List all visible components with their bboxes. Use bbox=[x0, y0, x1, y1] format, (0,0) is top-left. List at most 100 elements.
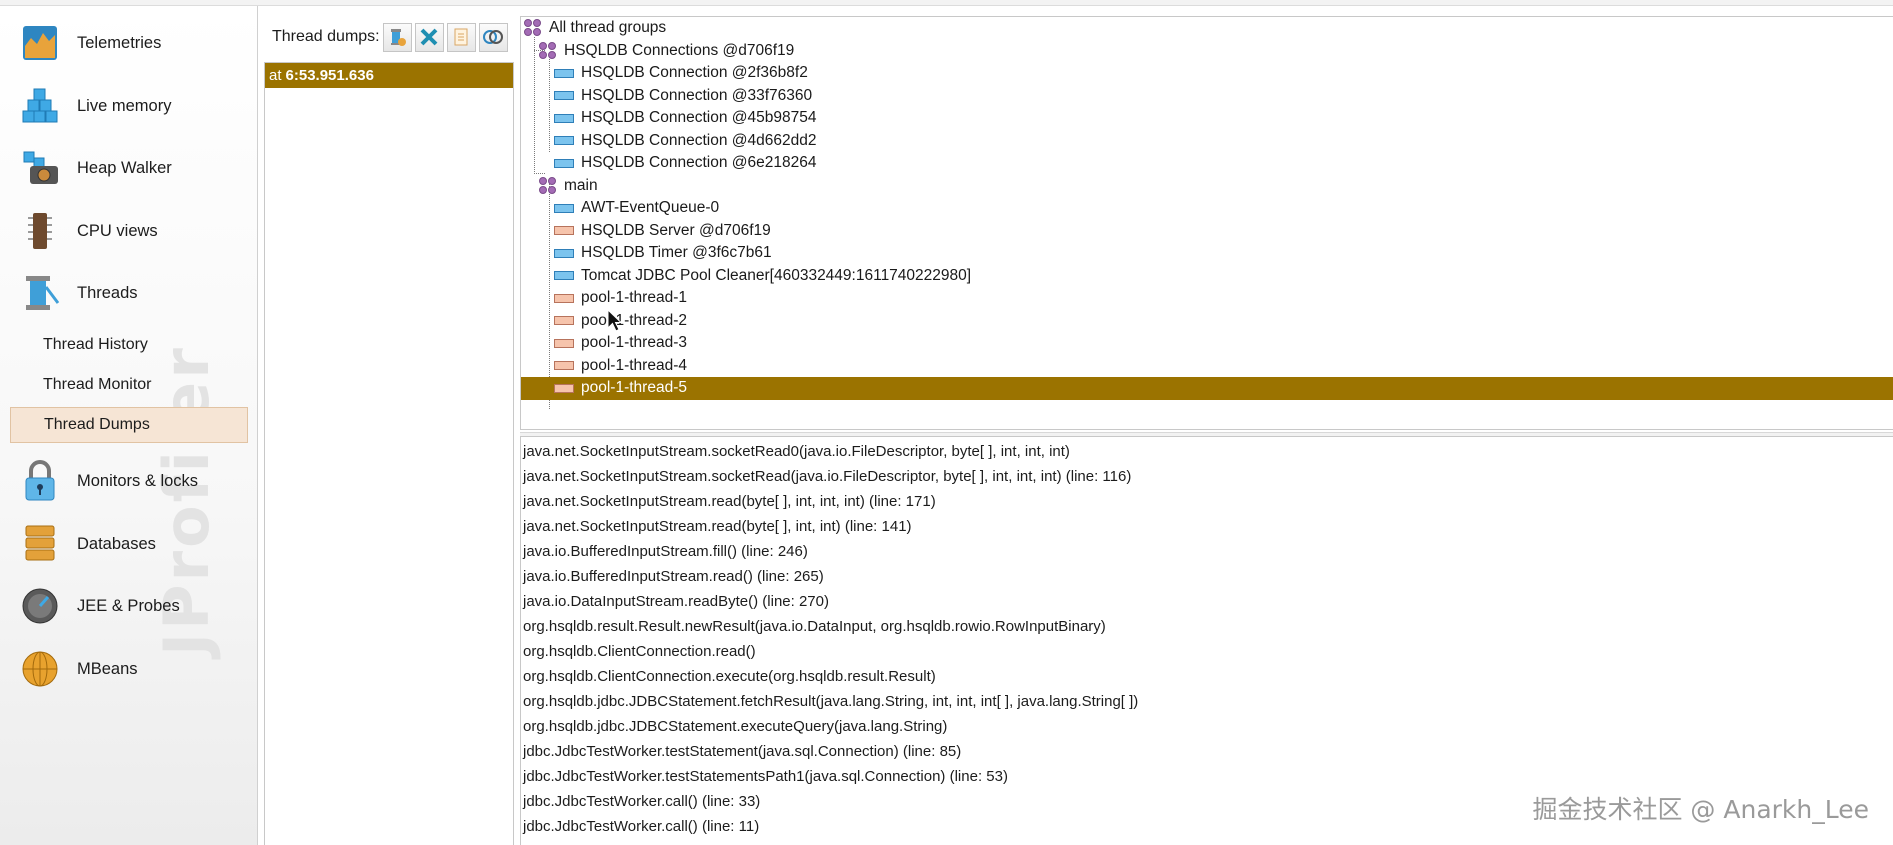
tree-node-label: main bbox=[564, 176, 598, 194]
thread-dumps-title: Thread dumps: bbox=[272, 28, 380, 45]
compare-dumps-button[interactable] bbox=[478, 22, 508, 52]
mbeans-globe-icon bbox=[18, 647, 62, 691]
sidebar-item-label: Telemetries bbox=[77, 33, 162, 52]
stack-frame-row[interactable]: org.hsqldb.jdbc.JDBCStatement.fetchResul… bbox=[523, 689, 1138, 714]
thread-group-icon bbox=[539, 176, 557, 195]
stack-frame-row[interactable]: org.hsqldb.ClientConnection.read() bbox=[523, 639, 756, 664]
export-icon bbox=[454, 28, 468, 46]
waiting-thread-icon bbox=[554, 338, 574, 348]
sidebar-item-threads[interactable]: Threads bbox=[0, 265, 258, 321]
thread-dumps-panel: Thread dumps: at 6:53.951.636 bbox=[258, 6, 520, 845]
sidebar-item-label: CPU views bbox=[77, 221, 158, 240]
running-thread-icon bbox=[554, 248, 574, 258]
tree-node-label: pool-1-thread-4 bbox=[581, 356, 687, 374]
waiting-thread-icon bbox=[554, 293, 574, 303]
running-thread-icon bbox=[554, 136, 574, 146]
tree-thread-row[interactable]: HSQLDB Connection @4d662dd2 bbox=[521, 130, 1893, 153]
tree-thread-row[interactable]: AWT-EventQueue-0 bbox=[521, 197, 1893, 220]
tree-node-label: HSQLDB Connection @45b98754 bbox=[581, 109, 817, 127]
tree-thread-row[interactable]: pool-1-thread-4 bbox=[521, 355, 1893, 378]
delete-icon bbox=[420, 28, 438, 46]
tree-node-label: HSQLDB Timer @3f6c7b61 bbox=[581, 244, 772, 262]
running-thread-icon bbox=[554, 271, 574, 281]
heap-walker-icon bbox=[18, 146, 62, 190]
tree-thread-row[interactable]: pool-1-thread-3 bbox=[521, 332, 1893, 355]
tree-thread-row-selected[interactable]: pool-1-thread-5 bbox=[521, 377, 1893, 400]
stack-frame-row[interactable]: java.net.SocketInputStream.read(byte[ ],… bbox=[523, 489, 936, 514]
sidebar-item-heap-walker[interactable]: Heap Walker bbox=[0, 140, 258, 196]
tree-thread-row[interactable]: HSQLDB Connection @6e218264 bbox=[521, 152, 1893, 175]
waiting-thread-icon bbox=[554, 226, 574, 236]
tree-thread-row[interactable]: HSQLDB Connection @45b98754 bbox=[521, 107, 1893, 130]
running-thread-icon bbox=[554, 91, 574, 101]
sidebar-item-label: Monitors & locks bbox=[77, 471, 199, 490]
tree-thread-row[interactable]: Tomcat JDBC Pool Cleaner[460332449:16117… bbox=[521, 265, 1893, 288]
running-thread-icon bbox=[554, 203, 574, 213]
waiting-thread-icon bbox=[554, 316, 574, 326]
sidebar-item-jee-probes[interactable]: JEE & Probes bbox=[0, 578, 258, 634]
tree-thread-row[interactable]: HSQLDB Connection @2f36b8f2 bbox=[521, 62, 1893, 85]
running-thread-icon bbox=[554, 113, 574, 123]
waiting-thread-icon bbox=[554, 383, 574, 393]
thread-group-icon bbox=[524, 19, 542, 37]
sidebar-subitem-thread-history[interactable]: Thread History bbox=[10, 327, 248, 363]
lock-icon bbox=[18, 459, 62, 503]
thread-dumps-toolbar: Thread dumps: bbox=[258, 20, 508, 54]
export-dump-button[interactable] bbox=[446, 22, 476, 52]
thread-dumps-list: at 6:53.951.636 bbox=[264, 62, 514, 845]
dump-entry-time: 6:53.951.636 bbox=[285, 67, 374, 84]
sidebar-item-label: JEE & Probes bbox=[77, 596, 180, 615]
tree-node-label: pool-1-thread-5 bbox=[581, 379, 687, 397]
take-thread-dump-button[interactable] bbox=[382, 22, 412, 52]
tree-root-all-thread-groups[interactable]: All thread groups bbox=[521, 17, 1893, 40]
stack-frame-row[interactable]: jdbc.JdbcTestWorker.testStatement(java.s… bbox=[523, 739, 961, 764]
stack-frame-row[interactable]: org.hsqldb.result.Result.newResult(java.… bbox=[523, 614, 1106, 639]
tree-node-label: HSQLDB Connection @6e218264 bbox=[581, 154, 817, 172]
stack-frame-row[interactable]: java.net.SocketInputStream.socketRead0(j… bbox=[523, 439, 1070, 464]
sidebar-item-monitors-locks[interactable]: Monitors & locks bbox=[0, 453, 258, 509]
sidebar-item-label: Heap Walker bbox=[77, 158, 172, 177]
sidebar-item-telemetries[interactable]: Telemetries bbox=[0, 15, 258, 71]
sidebar-item-cpu-views[interactable]: CPU views bbox=[0, 203, 258, 259]
sidebar-subitem-thread-monitor[interactable]: Thread Monitor bbox=[10, 367, 248, 403]
tree-group-main[interactable]: main bbox=[521, 175, 1893, 198]
tree-thread-row[interactable]: HSQLDB Connection @33f76360 bbox=[521, 85, 1893, 108]
sidebar-item-label: MBeans bbox=[77, 659, 138, 678]
sidebar: JProfiler Telemetries Live memory Heap W… bbox=[0, 6, 258, 845]
telemetries-icon bbox=[18, 21, 62, 65]
stack-frame-row[interactable]: jdbc.JdbcTestWorker.testStatementsPath1(… bbox=[523, 764, 1008, 789]
tree-node-label: Tomcat JDBC Pool Cleaner[460332449:16117… bbox=[581, 266, 972, 284]
stack-trace-panel: java.net.SocketInputStream.socketRead0(j… bbox=[520, 436, 1893, 845]
tree-group-hsqldb-connections[interactable]: HSQLDB Connections @d706f19 bbox=[521, 40, 1893, 63]
tree-thread-row[interactable]: HSQLDB Timer @3f6c7b61 bbox=[521, 242, 1893, 265]
tree-thread-row[interactable]: HSQLDB Server @d706f19 bbox=[521, 220, 1893, 243]
sidebar-item-databases[interactable]: Databases bbox=[0, 516, 258, 572]
stack-frame-row[interactable]: org.hsqldb.ClientConnection.execute(org.… bbox=[523, 664, 936, 689]
tree-thread-row[interactable]: pool-1-thread-1 bbox=[521, 287, 1893, 310]
stack-frame-row[interactable]: java.io.DataInputStream.readByte() (line… bbox=[523, 589, 829, 614]
delete-dump-button[interactable] bbox=[414, 22, 444, 52]
stack-frame-row[interactable]: org.hsqldb.jdbc.JDBCStatement.executeQue… bbox=[523, 714, 947, 739]
tree-node-label: HSQLDB Connection @2f36b8f2 bbox=[581, 64, 808, 82]
tree-node-label: HSQLDB Server @d706f19 bbox=[581, 221, 771, 239]
stack-frame-row[interactable]: java.io.BufferedInputStream.fill() (line… bbox=[523, 539, 808, 564]
stack-frame-row[interactable]: jdbc.JdbcTestWorker.call() (line: 33) bbox=[523, 789, 760, 814]
thread-dump-entry[interactable]: at 6:53.951.636 bbox=[265, 63, 513, 88]
sidebar-item-live-memory[interactable]: Live memory bbox=[0, 78, 258, 134]
databases-icon bbox=[18, 522, 62, 566]
stack-frame-row[interactable]: jdbc.JdbcTestWorker.call() (line: 11) bbox=[523, 814, 759, 839]
stack-frame-row[interactable]: java.net.SocketInputStream.read(byte[ ],… bbox=[523, 514, 912, 539]
sidebar-subitem-thread-dumps[interactable]: Thread Dumps bbox=[10, 407, 248, 443]
tree-node-label: All thread groups bbox=[549, 19, 667, 37]
stack-frame-row[interactable]: java.io.BufferedInputStream.read() (line… bbox=[523, 564, 824, 589]
sidebar-item-mbeans[interactable]: MBeans bbox=[0, 641, 258, 697]
stack-frame-row[interactable]: java.net.SocketInputStream.socketRead(ja… bbox=[523, 464, 1131, 489]
live-memory-icon bbox=[18, 84, 62, 128]
tree-thread-row[interactable]: pool-1-thread-2 bbox=[521, 310, 1893, 333]
dump-entry-prefix: at bbox=[269, 67, 282, 84]
waiting-thread-icon bbox=[554, 361, 574, 371]
source-credit: 掘金技术社区 @ Anarkh_Lee bbox=[1532, 795, 1869, 824]
thread-group-icon bbox=[539, 41, 557, 60]
tree-node-label: pool-1-thread-2 bbox=[581, 311, 687, 329]
tree-node-label: HSQLDB Connections @d706f19 bbox=[564, 41, 795, 59]
